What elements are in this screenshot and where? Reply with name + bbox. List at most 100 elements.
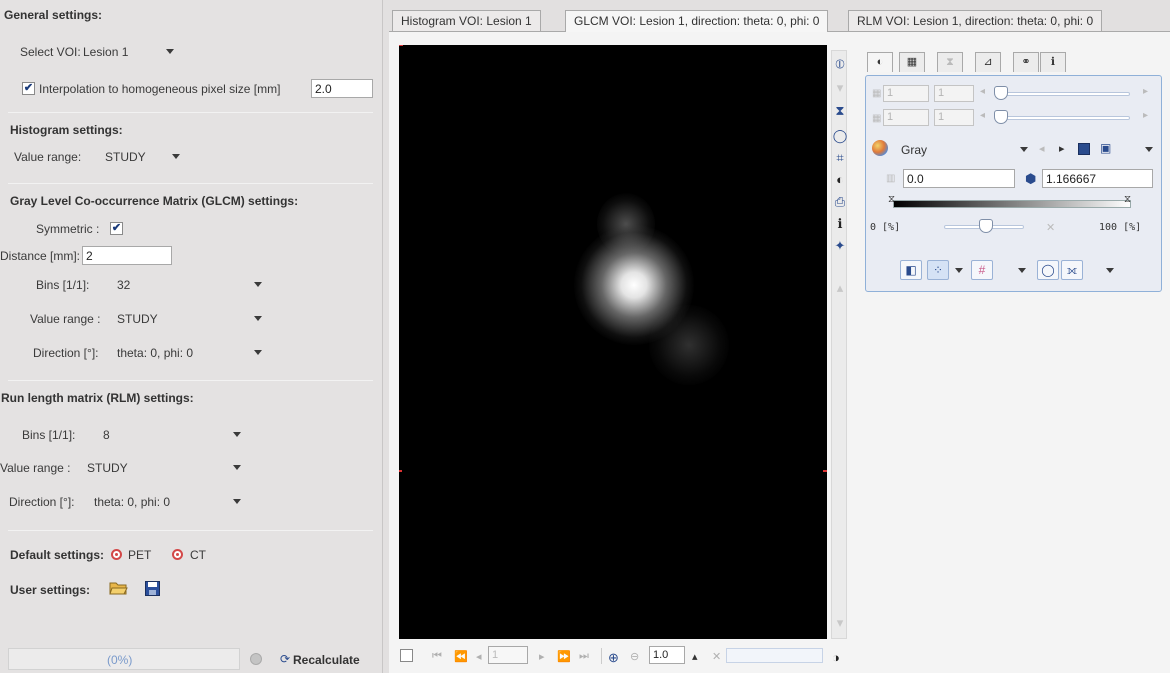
play-icon[interactable]: ▸ xyxy=(1059,142,1065,155)
overlay-icon[interactable]: # xyxy=(971,260,993,280)
tab-contrast[interactable]: ◐ xyxy=(867,52,893,72)
distance-field[interactable]: 2 xyxy=(82,246,172,265)
fast-forward-icon[interactable]: ⏩ xyxy=(557,650,571,663)
print-icon[interactable]: ⎙ xyxy=(832,194,848,210)
layout-icon[interactable]: ◑ xyxy=(832,650,840,665)
ct-label[interactable]: CT xyxy=(190,548,206,562)
pixel-grid-dropdown-icon[interactable] xyxy=(955,268,963,273)
interpolation-checkbox[interactable]: ✔ xyxy=(22,82,35,95)
open-folder-icon[interactable] xyxy=(109,580,128,596)
hist-value-range-dropdown-icon[interactable] xyxy=(172,154,180,159)
select-voi-value[interactable]: Lesion 1 xyxy=(83,45,128,59)
min-handle-icon[interactable]: ⧖ xyxy=(888,194,895,205)
colormap-dropdown-icon[interactable] xyxy=(1020,147,1028,152)
crop-dropdown-icon[interactable] xyxy=(1106,268,1114,273)
chevron-down-icon[interactable]: ▾ xyxy=(832,80,848,96)
last-page-icon[interactable]: ⏭ xyxy=(579,650,589,663)
colormap-value[interactable]: Gray xyxy=(901,143,927,157)
min-value-field[interactable]: 0.0 xyxy=(903,169,1015,188)
glcm-bins-value[interactable]: 32 xyxy=(117,278,130,292)
horizontal-slider[interactable] xyxy=(726,648,823,663)
next-icon[interactable]: ▸ xyxy=(1143,86,1148,97)
zoom-in-icon[interactable]: ⊕ xyxy=(608,650,619,666)
rlm-value-range-value[interactable]: STUDY xyxy=(87,461,128,475)
recalculate-button[interactable]: ⟳ Recalculate xyxy=(268,650,378,670)
tab-info[interactable]: ℹ xyxy=(1040,52,1066,72)
slice-slider[interactable] xyxy=(996,116,1130,120)
sync-checkbox[interactable] xyxy=(400,649,413,662)
glcm-bins-dropdown-icon[interactable] xyxy=(254,282,262,287)
pct-slider-thumb[interactable] xyxy=(979,219,993,233)
frame-slider[interactable] xyxy=(996,92,1130,96)
lock-icon[interactable]: ⦶ xyxy=(832,56,848,72)
glcm-direction-value[interactable]: theta: 0, phi: 0 xyxy=(117,346,193,360)
zoom-out-icon[interactable]: ⊖ xyxy=(630,650,639,663)
roi-circle-icon[interactable]: ◯ xyxy=(832,128,848,144)
slice-field-a[interactable]: 1 xyxy=(883,109,929,126)
palette-icon[interactable] xyxy=(872,140,888,156)
rlm-value-range-dropdown-icon[interactable] xyxy=(233,465,241,470)
tab-rlm[interactable]: RLM VOI: Lesion 1, direction: theta: 0, … xyxy=(848,10,1103,31)
overlay-dropdown-icon[interactable] xyxy=(1018,268,1026,273)
frame-field-b[interactable]: 1 xyxy=(934,85,974,102)
tab-glcm[interactable]: GLCM VOI: Lesion 1, direction: theta: 0,… xyxy=(565,10,829,32)
stop-icon[interactable] xyxy=(250,653,262,665)
tab-hourglass[interactable]: ⧗ xyxy=(937,52,963,72)
prev-icon[interactable]: ◂ xyxy=(980,110,985,121)
fit-frame-icon[interactable]: ⌗ xyxy=(832,150,848,166)
toolbar-separator xyxy=(601,648,602,664)
frame-slider-thumb[interactable] xyxy=(994,86,1008,100)
crop-icon[interactable]: ⟗ xyxy=(1061,260,1083,280)
zoom-field[interactable]: 1.0 xyxy=(649,646,685,664)
tab-chart[interactable]: ⊿ xyxy=(975,52,1001,72)
tab-histogram[interactable]: Histogram VOI: Lesion 1 xyxy=(392,10,541,31)
pet-label[interactable]: PET xyxy=(128,548,151,562)
next-page-icon[interactable]: ▸ xyxy=(539,650,545,663)
crosshair-icon[interactable]: ✦ xyxy=(832,238,848,254)
contrast-icon[interactable]: ◐ xyxy=(832,172,848,188)
select-voi-dropdown-icon[interactable] xyxy=(166,49,174,54)
glcm-value-range-dropdown-icon[interactable] xyxy=(254,316,262,321)
pixel-grid-icon[interactable]: ⁘ xyxy=(927,260,949,280)
glcm-direction-dropdown-icon[interactable] xyxy=(254,350,262,355)
rlm-bins-dropdown-icon[interactable] xyxy=(233,432,241,437)
slice-field-b[interactable]: 1 xyxy=(934,109,974,126)
pin-icon[interactable]: ⬢ xyxy=(1025,171,1036,187)
next-icon[interactable]: ▸ xyxy=(1143,110,1148,121)
frame-field-a[interactable]: 1 xyxy=(883,85,929,102)
pet-radio[interactable] xyxy=(111,549,122,560)
invert-display-icon[interactable]: ◧ xyxy=(900,260,922,280)
clear-icon[interactable]: ✕ xyxy=(1046,221,1055,234)
rlm-direction-value[interactable]: theta: 0, phi: 0 xyxy=(94,495,170,509)
tab-grid[interactable]: ▦ xyxy=(899,52,925,72)
max-value-field[interactable]: 1.166667 xyxy=(1042,169,1153,188)
glcm-value-range-value[interactable]: STUDY xyxy=(117,312,158,326)
symmetric-checkbox[interactable]: ✔ xyxy=(110,222,123,235)
image-viewer[interactable] xyxy=(399,45,827,639)
hourglass-icon[interactable]: ⧗ xyxy=(832,103,848,119)
hist-value-range-value[interactable]: STUDY xyxy=(105,150,146,164)
fast-back-icon[interactable]: ⏪ xyxy=(454,650,468,663)
prev-colormap-icon[interactable]: ◂ xyxy=(1039,142,1045,155)
page-field[interactable]: 1 xyxy=(488,646,528,664)
max-handle-icon[interactable]: ⧖ xyxy=(1124,194,1131,205)
invert-icon[interactable] xyxy=(1078,143,1090,155)
prev-page-icon[interactable]: ◂ xyxy=(476,650,482,663)
interpolation-field[interactable]: 2.0 xyxy=(311,79,373,98)
circle-roi-icon[interactable]: ◯ xyxy=(1037,260,1059,280)
zoom-up-icon[interactable]: ▴ xyxy=(692,650,698,663)
slice-slider-thumb[interactable] xyxy=(994,110,1008,124)
scroll-up-icon[interactable]: ▴ xyxy=(832,280,848,296)
tab-sync[interactable]: ⚭ xyxy=(1013,52,1039,72)
rlm-direction-dropdown-icon[interactable] xyxy=(233,499,241,504)
scroll-down-icon[interactable]: ▾ xyxy=(832,615,848,631)
save-disk-icon[interactable] xyxy=(145,581,160,596)
ct-radio[interactable] xyxy=(172,549,183,560)
first-page-icon[interactable]: ⏮ xyxy=(432,650,442,663)
info-icon[interactable]: ℹ xyxy=(832,216,848,232)
mapping-icon[interactable]: ▣ xyxy=(1100,141,1111,155)
prev-icon[interactable]: ◂ xyxy=(980,86,985,97)
reset-icon[interactable]: ✕ xyxy=(712,650,721,663)
mapping-dropdown-icon[interactable] xyxy=(1145,147,1153,152)
rlm-bins-value[interactable]: 8 xyxy=(103,428,110,442)
